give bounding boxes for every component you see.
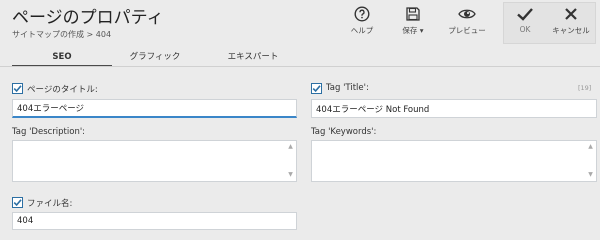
file-name-checkbox[interactable] [12,197,23,208]
scrollbar[interactable]: ▲ ▼ [587,144,594,178]
scroll-down-icon[interactable]: ▼ [287,172,294,178]
checkmark-icon [13,199,22,207]
help-button[interactable]: ヘルプ [343,0,381,46]
page-title: ページのプロパティ [12,8,164,28]
help-icon [354,6,370,22]
tabs-divider [0,66,600,67]
character-counter: [19] [578,84,592,92]
save-button[interactable]: 保存 ▾ [396,0,430,46]
tab-seo[interactable]: SEO [12,47,112,67]
tag-title-input[interactable]: 404エラーページ Not Found [311,99,597,118]
cancel-button[interactable]: キャンセル [548,0,594,46]
file-name-label: ファイル名: [27,199,73,209]
scroll-up-icon[interactable]: ▲ [287,144,294,150]
tag-description-label: Tag 'Description': [12,127,86,137]
scroll-down-icon[interactable]: ▼ [587,172,594,178]
checkmark-icon [13,85,22,93]
preview-label: プレビュー [448,26,486,35]
header-bar: ページのプロパティ サイトマップの作成 > 404 ヘルプ 保存 ▾ プレビュー… [0,0,600,46]
tab-expert[interactable]: エキスパート [198,47,308,67]
help-label: ヘルプ [350,26,374,35]
tag-description-textarea[interactable]: ▲ ▼ [12,140,297,182]
tag-keywords-textarea[interactable]: ▲ ▼ [311,140,597,182]
ok-button[interactable]: OK [503,0,547,46]
tag-title-checkbox[interactable] [311,83,322,94]
close-icon [565,8,577,20]
save-label: 保存 ▾ [402,26,424,35]
cancel-label: キャンセル [552,26,590,35]
floppy-disk-icon [406,7,420,21]
page-title-checkbox[interactable] [12,83,23,94]
tab-graphic[interactable]: グラフィック [112,47,198,67]
eye-icon [458,9,476,19]
tag-title-label: Tag 'Title': [326,83,369,93]
tag-keywords-label: Tag 'Keywords': [311,127,377,137]
file-name-input[interactable]: 404 [12,212,297,230]
checkmark-icon [517,8,533,21]
page-title-input[interactable]: 404エラーページ [12,99,297,118]
scroll-up-icon[interactable]: ▲ [587,144,594,150]
page-title-label: ページのタイトル: [27,85,98,95]
breadcrumb[interactable]: サイトマップの作成 > 404 [12,29,111,40]
scrollbar[interactable]: ▲ ▼ [287,144,294,178]
checkmark-icon [312,85,321,93]
preview-button[interactable]: プレビュー [444,0,490,46]
ok-label: OK [519,25,531,34]
tab-bar: SEO グラフィック エキスパート [0,47,600,67]
